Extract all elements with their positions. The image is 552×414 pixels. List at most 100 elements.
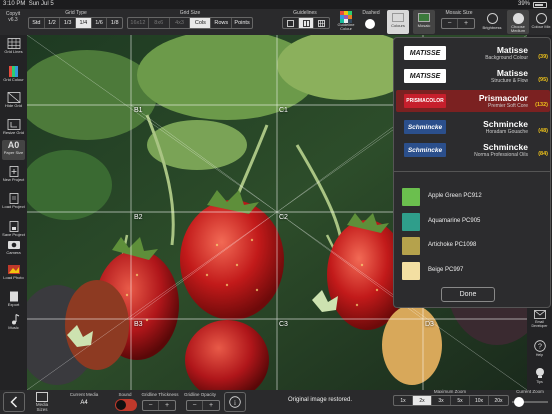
zoom-option[interactable]: 1x	[394, 396, 413, 405]
brand-subtitle: Premier Soft Core	[487, 103, 528, 109]
colour-mix-icon	[535, 13, 547, 24]
colour-swatch-row[interactable]: Apple Green PC912	[402, 188, 542, 206]
colour-mix-button[interactable]: Colour Mix	[531, 10, 551, 34]
sidebar-item-new-project[interactable]: New Project	[2, 165, 25, 190]
brand-name: Prismacolor	[478, 93, 528, 103]
current-zoom-thumb[interactable]	[514, 397, 525, 407]
grid-size-option[interactable]: Cols	[190, 18, 212, 28]
dashed-toggle[interactable]	[365, 19, 375, 29]
svg-text:?: ?	[538, 344, 542, 351]
sidebar-item-load-photo[interactable]: Load Photo	[2, 263, 25, 288]
brand-row[interactable]: Schmincke Schmincke Norma Professional Oil…	[396, 139, 550, 161]
colour-panel: Done MATISSE Matisse Background Colour (39)…	[393, 37, 551, 308]
grid-size-option[interactable]: Points	[232, 18, 252, 28]
colour-swatch-row[interactable]: Artichoke PC1098	[402, 237, 542, 255]
sidebar-item-grid[interactable]: Grid Lines	[2, 37, 25, 62]
sidebar-item-camera[interactable]: Camera	[2, 238, 25, 263]
colour-swatch-row[interactable]: Beige PC997	[402, 262, 542, 280]
maximum-zoom-label: Maximum Zoom	[433, 389, 467, 394]
brand-count: (95)	[538, 77, 548, 83]
grid-type-option[interactable]: 1/3	[60, 18, 77, 28]
gridline-thickness-stepper: − +	[142, 400, 176, 411]
sidebar-item-label: Music	[8, 325, 19, 330]
gridline-opacity-increase[interactable]: +	[203, 401, 219, 410]
brand-subtitle: Horadam Gouache	[485, 129, 528, 135]
grid-type-option[interactable]: 1/8	[107, 18, 122, 28]
sound-toggle[interactable]	[115, 399, 137, 411]
zoom-option[interactable]: 10x	[470, 396, 489, 405]
zoom-option[interactable]: 2x	[413, 396, 432, 405]
guidelines-none-button[interactable]	[283, 18, 299, 28]
gridline-opacity-decrease[interactable]: −	[187, 401, 203, 410]
guideline-colour-button[interactable]: Guideline Colour	[336, 10, 356, 34]
music-icon	[11, 314, 19, 325]
colour-swatch-name: Beige PC997	[428, 267, 464, 273]
gridline-thickness-decrease[interactable]: −	[143, 401, 159, 410]
info-button[interactable]: i	[224, 392, 246, 412]
grid-size-option[interactable]: 8x6	[149, 18, 170, 28]
colours-button[interactable]: Colours	[387, 10, 409, 34]
gridline-thickness-increase[interactable]: +	[159, 401, 175, 410]
zoom-option[interactable]: 3x	[432, 396, 451, 405]
mosaic-size-decrease[interactable]: −	[442, 19, 458, 28]
new-project-icon	[9, 166, 18, 177]
grid-type-option[interactable]: Std	[29, 18, 45, 28]
sidebar-item-hide-grid[interactable]: Hide Grid	[2, 91, 25, 116]
brand-row[interactable]: Schmincke Schmincke Horadam Gouache (48)	[396, 116, 550, 138]
sidebar-item-load-project[interactable]: Load Project	[2, 192, 25, 217]
brand-logo: Schmincke	[404, 120, 446, 134]
guidelines-half-button[interactable]	[298, 18, 315, 28]
brightness-button[interactable]: Brightness	[481, 10, 503, 34]
grid-size-option[interactable]: 16x12	[128, 18, 149, 28]
grid-type-option[interactable]: 1/2	[45, 18, 61, 28]
brand-name: Matisse	[496, 68, 528, 78]
sound-label: Sound	[118, 392, 132, 397]
current-zoom-slider[interactable]	[512, 397, 548, 407]
mosaic-button[interactable]: Mosaic	[413, 10, 435, 34]
sidebar-item-palette[interactable]: Grid Colour	[2, 65, 25, 90]
mosaic-size-increase[interactable]: +	[458, 19, 474, 28]
sidebar-item-label: Load Project	[2, 204, 25, 209]
brand-count: (132)	[535, 102, 548, 108]
tips-button[interactable]: Tips	[528, 367, 551, 384]
camera-icon	[7, 241, 20, 249]
brand-count: (84)	[538, 151, 548, 157]
split-square-icon	[302, 19, 310, 27]
mosaic-size-label: Mosaic Size	[445, 10, 473, 16]
svg-text:i: i	[234, 399, 236, 407]
mosaic-size-stepper: − +	[441, 18, 475, 29]
email-developer-button[interactable]: Email Developer	[528, 310, 551, 328]
sidebar-item-export[interactable]: Export	[2, 290, 25, 315]
brand-row[interactable]: MATISSE Matisse Structure & Flow (95)	[396, 65, 550, 87]
brand-count: (48)	[538, 128, 548, 134]
help-button[interactable]: ? Help	[528, 340, 551, 357]
media-sizes-button[interactable]: Media Sizes	[31, 392, 53, 412]
zoom-option[interactable]: 20x	[489, 396, 508, 405]
gridline-thickness-label: Gridline Thickness	[141, 392, 179, 397]
brand-name: Schmincke	[483, 142, 528, 152]
brand-row[interactable]: PRISMACOLOR Prismacolor Premier Soft Core (…	[396, 90, 550, 112]
colour-swatch-row[interactable]: Aquamarine PC905	[402, 213, 542, 231]
zoom-option[interactable]: 5x	[451, 396, 470, 405]
colour-swatch	[402, 237, 420, 255]
brand-logo: Schmincke	[404, 143, 446, 157]
sidebar-item-music[interactable]: Music	[2, 313, 25, 338]
grid-size-option[interactable]: 4x3	[170, 18, 191, 28]
brand-logo: PRISMACOLOR	[404, 94, 446, 108]
choose-medium-button[interactable]: Choose Medium	[507, 10, 529, 34]
sidebar-item-label: Hide Grid	[5, 103, 22, 108]
grid-type-label: Grid Type	[65, 10, 87, 16]
grid-type-option[interactable]: 1/4	[76, 18, 92, 28]
colour-swatch-name: Apple Green PC912	[428, 193, 482, 199]
back-button[interactable]	[3, 392, 25, 412]
brand-subtitle: Structure & Flow	[491, 78, 528, 84]
guidelines-grid-button[interactable]	[314, 18, 329, 28]
colours-icon	[392, 13, 404, 22]
grid-type-option[interactable]: 1/6	[92, 18, 108, 28]
done-button[interactable]: Done	[441, 287, 495, 302]
brand-row[interactable]: MATISSE Matisse Background Colour (39)	[396, 42, 550, 64]
sidebar-item-paper-size[interactable]: A0 Paper Size	[2, 140, 25, 160]
media-sizes-icon	[36, 392, 48, 402]
current-media-value: A4	[80, 400, 88, 406]
grid-size-option[interactable]: Rows	[211, 18, 233, 28]
